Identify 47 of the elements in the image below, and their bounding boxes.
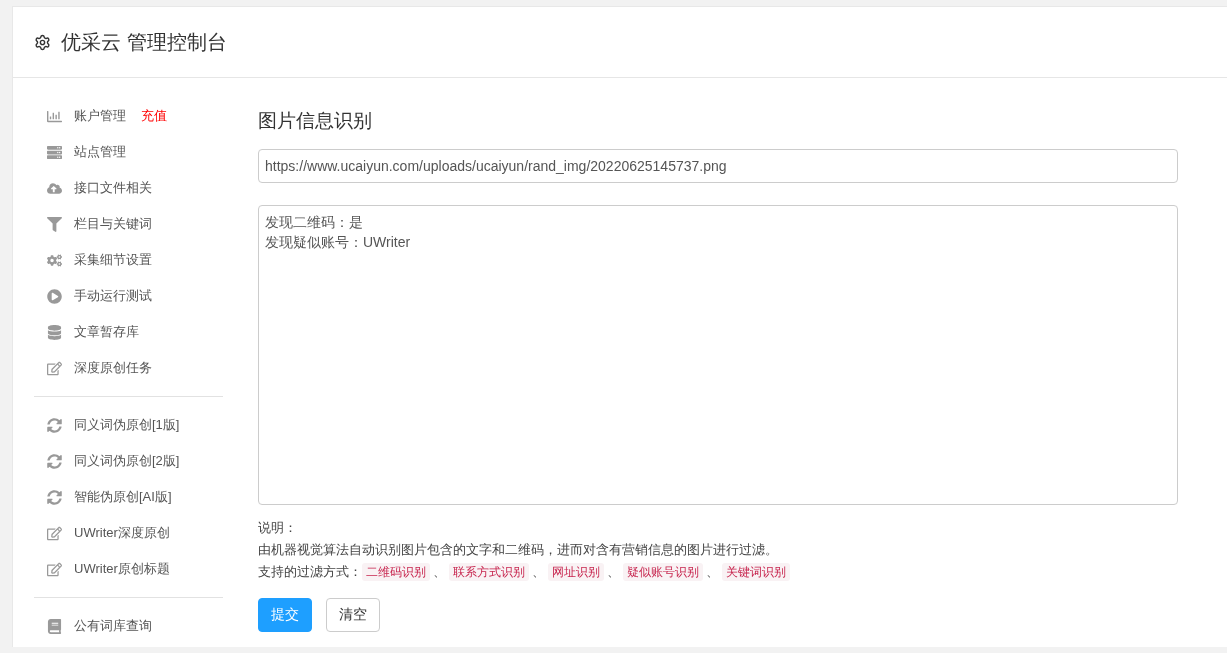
sidebar-link[interactable]: UWriter深度原创 bbox=[74, 524, 170, 542]
sidebar-link[interactable]: 采集细节设置 bbox=[74, 251, 152, 269]
database-icon bbox=[45, 324, 63, 340]
method-tag: 二维码识别 bbox=[362, 563, 430, 581]
clear-button[interactable]: 清空 bbox=[326, 598, 380, 632]
sidebar-link[interactable]: 公有词库查询 bbox=[74, 617, 152, 635]
sidebar-link[interactable]: 深度原创任务 bbox=[74, 359, 152, 377]
note-text: 由机器视觉算法自动识别图片包含的文字和二维码，进而对含有营销信息的图片进行过滤。 bbox=[258, 541, 778, 559]
refresh-icon bbox=[45, 453, 63, 469]
server-icon bbox=[45, 144, 63, 160]
sidebar-link[interactable]: 手动运行测试 bbox=[74, 287, 152, 305]
separator: 、 bbox=[706, 563, 719, 581]
separator: 、 bbox=[433, 563, 446, 581]
refresh-icon bbox=[45, 489, 63, 505]
console-title: 优采云 管理控制台 bbox=[61, 29, 227, 55]
book-icon bbox=[45, 618, 63, 634]
note-heading: 说明： bbox=[258, 519, 297, 537]
url-field[interactable]: https://www.ucaiyun.com/uploads/ucaiyun/rand_img/20220625145737.png bbox=[258, 149, 1178, 183]
methods-label: 支持的过滤方式： bbox=[258, 563, 362, 581]
sidebar-link[interactable]: 接口文件相关 bbox=[74, 179, 152, 197]
edit-icon bbox=[45, 525, 63, 541]
sidebar-link[interactable]: UWriter原创标题 bbox=[74, 560, 170, 578]
sidebar-link[interactable]: 文章暂存库 bbox=[74, 323, 139, 341]
result-box[interactable]: 发现二维码：是 发现疑似账号：UWriter bbox=[258, 205, 1178, 505]
separator: 、 bbox=[532, 563, 545, 581]
bar-chart-icon bbox=[45, 108, 63, 124]
sidebar-link[interactable]: 智能伪原创[AI版] bbox=[74, 488, 172, 506]
recharge-link[interactable]: 充值 bbox=[141, 107, 167, 125]
refresh-icon bbox=[45, 417, 63, 433]
filter-icon bbox=[45, 216, 63, 232]
cloud-upload-icon bbox=[45, 180, 63, 196]
sidebar-link[interactable]: 站点管理 bbox=[74, 143, 126, 161]
method-tag: 疑似账号识别 bbox=[623, 563, 703, 581]
method-tag: 网址识别 bbox=[548, 563, 604, 581]
play-icon bbox=[45, 288, 63, 304]
sidebar-link[interactable]: 同义词伪原创[2版] bbox=[74, 452, 180, 470]
settings-icon bbox=[34, 33, 51, 51]
sidebar-link[interactable]: 栏目与关键词 bbox=[74, 215, 152, 233]
edit-icon bbox=[45, 360, 63, 376]
method-tag: 联系方式识别 bbox=[449, 563, 529, 581]
gears-icon bbox=[45, 252, 63, 268]
section-title: 图片信息识别 bbox=[258, 109, 373, 133]
sidebar-link[interactable]: 同义词伪原创[1版] bbox=[74, 416, 180, 434]
sidebar-link[interactable]: 账户管理 bbox=[74, 107, 126, 125]
method-tag: 关键词识别 bbox=[722, 563, 790, 581]
edit-icon bbox=[45, 561, 63, 577]
separator: 、 bbox=[607, 563, 620, 581]
